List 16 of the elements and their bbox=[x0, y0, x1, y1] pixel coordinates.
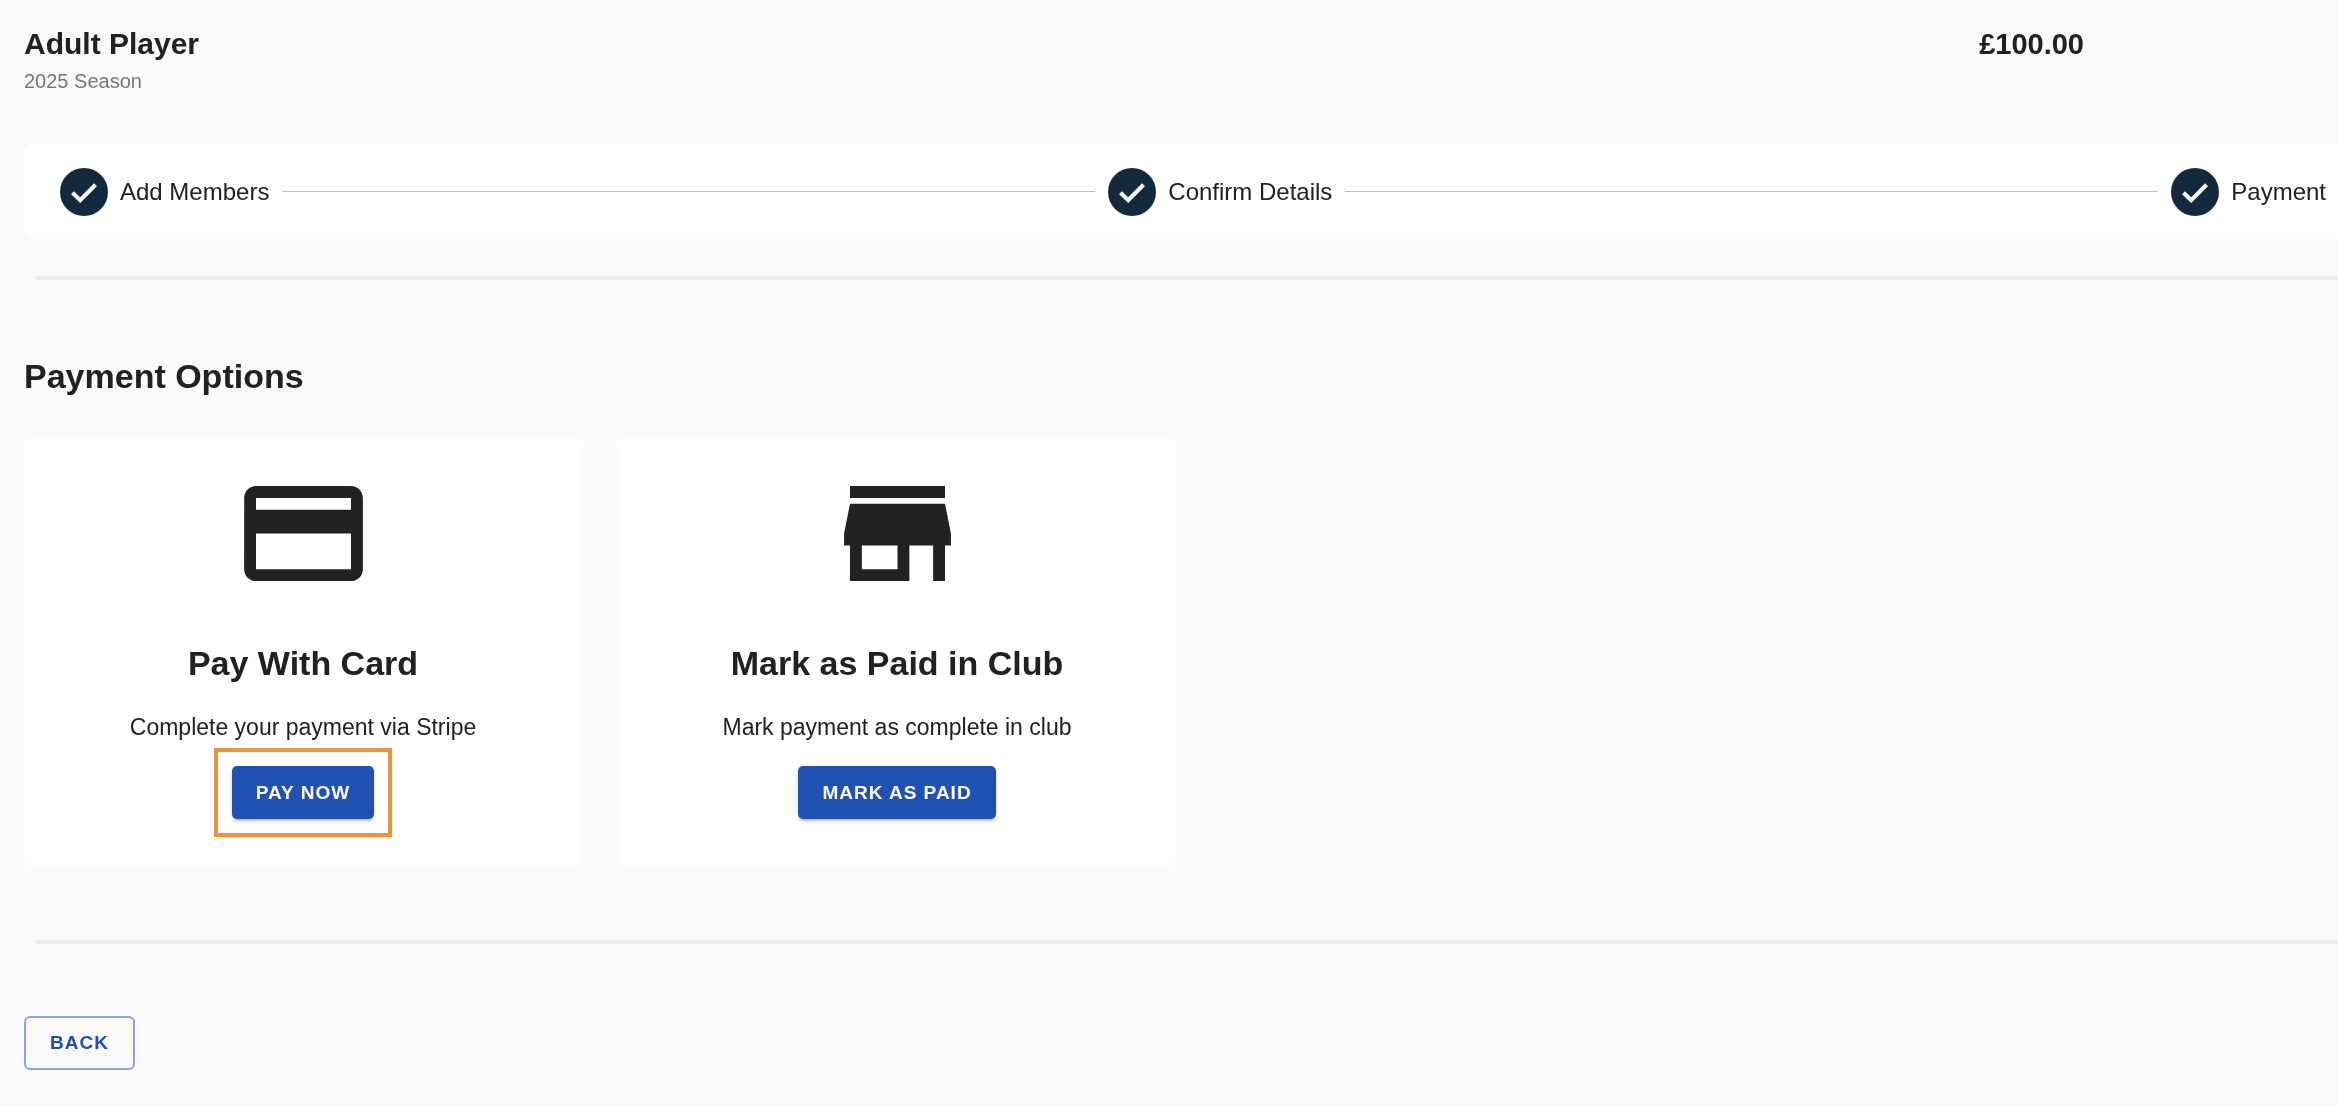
store-icon bbox=[843, 486, 951, 581]
option-title: Mark as Paid in Club bbox=[730, 643, 1064, 684]
back-button[interactable]: BACK bbox=[24, 1016, 135, 1070]
step-label: Payment bbox=[2231, 176, 2326, 207]
season-subtitle: 2025 Season bbox=[24, 69, 143, 94]
step-label: Confirm Details bbox=[1168, 176, 1333, 207]
option-description: Complete your payment via Stripe bbox=[129, 713, 477, 742]
price-text: £100.00 bbox=[1979, 27, 2084, 62]
credit-card-icon bbox=[243, 486, 363, 581]
pay-button[interactable]: PAY NOW bbox=[231, 766, 375, 819]
option-description: Mark payment as complete in club bbox=[722, 713, 1072, 742]
mark-paid-button[interactable]: MARK AS PAID bbox=[798, 766, 996, 819]
section-heading: Payment Options bbox=[24, 356, 305, 396]
step-label: Add Members bbox=[120, 176, 270, 207]
page-title: Adult Player bbox=[24, 26, 200, 62]
option-title: Pay With Card bbox=[187, 643, 419, 684]
